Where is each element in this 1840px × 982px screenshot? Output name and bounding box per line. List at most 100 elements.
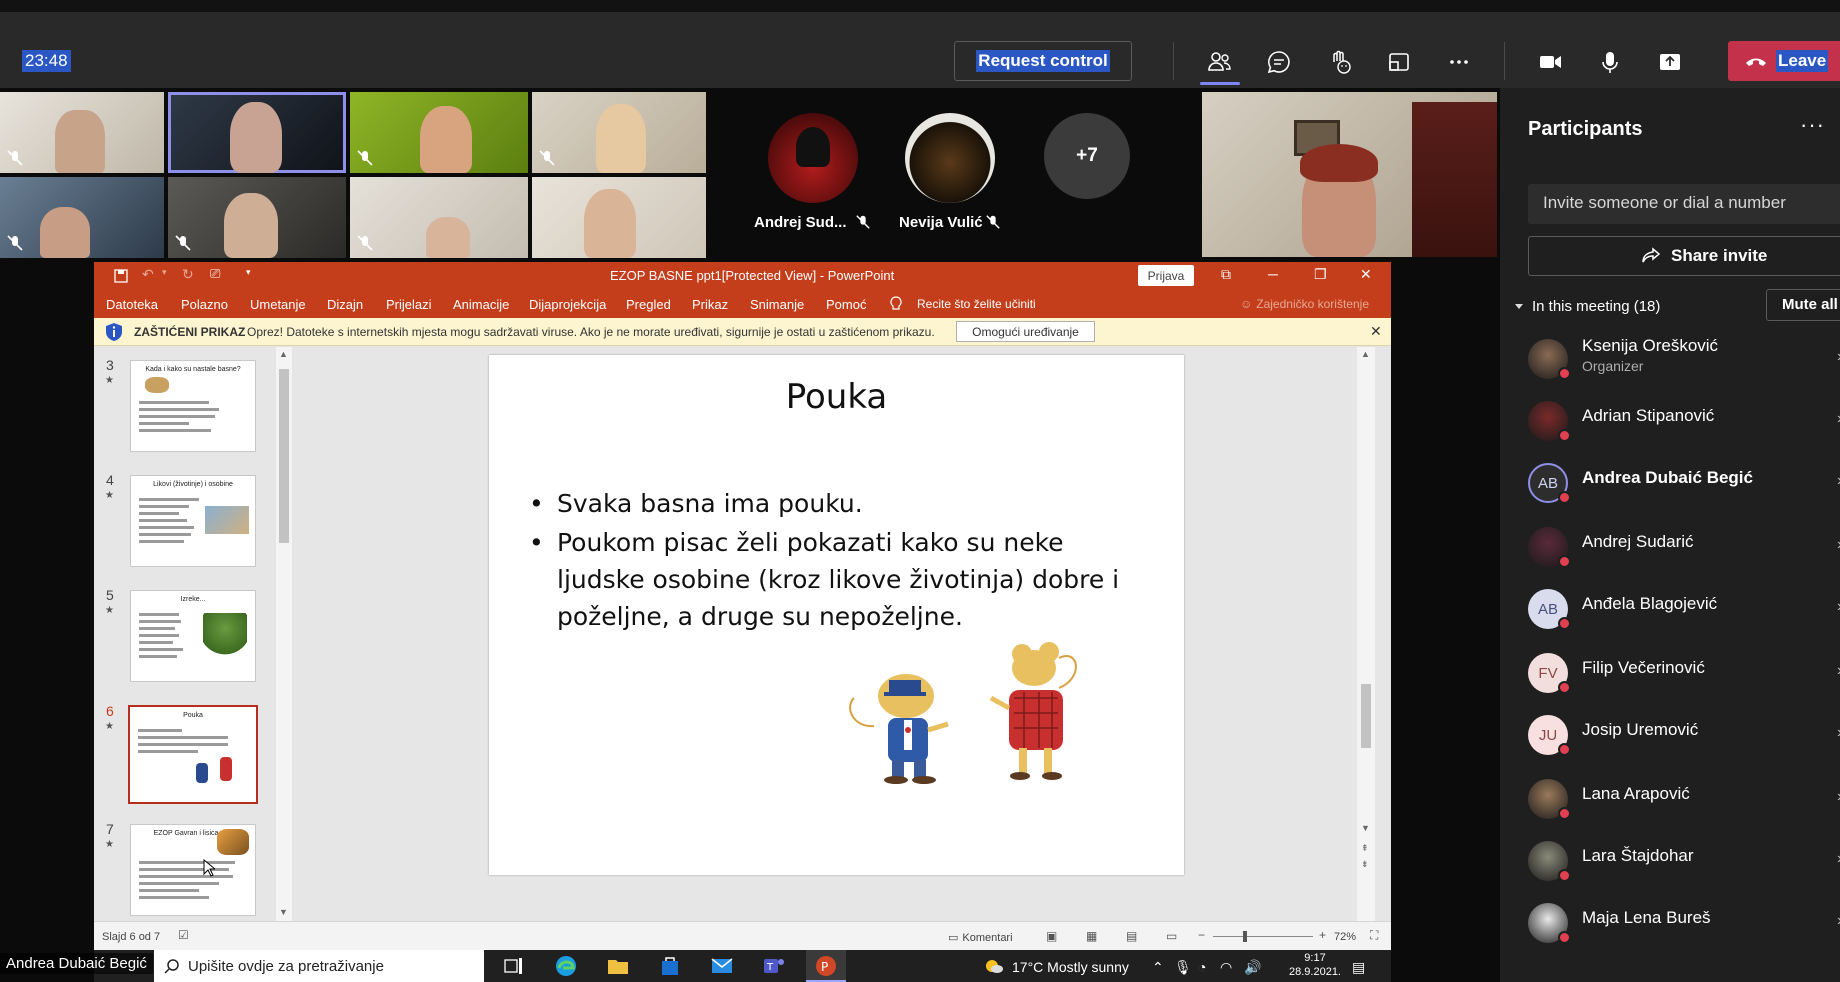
restore-icon[interactable]: ❐: [1314, 266, 1327, 283]
scrollbar-thumb[interactable]: [1361, 684, 1371, 748]
redo-icon[interactable]: ↻: [182, 266, 194, 283]
leave-button[interactable]: Leave: [1728, 41, 1840, 81]
participant-row[interactable]: Maja Lena Bureš›: [1528, 900, 1840, 950]
participant-row[interactable]: ABAnđela Blagojević›: [1528, 586, 1840, 636]
scroll-down-icon[interactable]: ▼: [1361, 823, 1370, 833]
participant-row[interactable]: JUJosip Uremović›: [1528, 712, 1840, 762]
share-button[interactable]: ☺ Zajedničko korištenje: [1240, 297, 1369, 311]
participant-row[interactable]: Adrian Stipanović›: [1528, 398, 1840, 448]
tab-slideshow[interactable]: Dijaprojekcija: [529, 297, 606, 312]
close-icon[interactable]: ✕: [1360, 266, 1372, 283]
minimize-icon[interactable]: ─: [1268, 266, 1278, 282]
tab-transitions[interactable]: Prijelazi: [386, 297, 432, 312]
more-actions-icon[interactable]: [1443, 46, 1475, 78]
slide-sorter-icon[interactable]: ▦: [1086, 929, 1097, 943]
share-invite-button[interactable]: Share invite: [1528, 236, 1840, 276]
tab-help[interactable]: Pomoć: [826, 297, 866, 312]
video-tile[interactable]: [0, 177, 164, 258]
participants-icon[interactable]: [1203, 46, 1235, 78]
enable-editing-button[interactable]: Omogući uređivanje: [956, 321, 1095, 342]
video-tile[interactable]: [350, 177, 528, 258]
participant-row[interactable]: Andrej Sudarić›: [1528, 524, 1840, 574]
tab-view[interactable]: Prikaz: [692, 297, 728, 312]
next-slide-icon[interactable]: ⇟: [1361, 859, 1369, 870]
previous-slide-icon[interactable]: ⇞: [1361, 843, 1369, 854]
video-tile[interactable]: [168, 177, 346, 258]
normal-view-icon[interactable]: ▣: [1046, 929, 1057, 943]
accessibility-icon[interactable]: ☑: [178, 928, 189, 942]
teams-icon[interactable]: T: [762, 954, 786, 978]
video-tile-speaking[interactable]: [168, 92, 346, 173]
slide-thumbnail-7[interactable]: EZOP Gavran i lisica: [130, 824, 256, 916]
video-tile-organizer[interactable]: [1202, 92, 1497, 257]
reading-view-icon[interactable]: ▤: [1126, 929, 1137, 943]
task-view-icon[interactable]: [502, 954, 526, 978]
more-participants-button[interactable]: +7: [1044, 113, 1130, 199]
tab-animations[interactable]: Animacije: [453, 297, 509, 312]
thumbnails-scrollbar[interactable]: ▲ ▼: [276, 347, 292, 921]
scrollbar-thumb[interactable]: [279, 369, 289, 543]
zoom-in-icon[interactable]: +: [1319, 928, 1326, 942]
request-control-button[interactable]: Request control: [954, 41, 1132, 81]
fit-slide-icon[interactable]: ⛶: [1370, 928, 1378, 943]
current-slide[interactable]: Pouka Svaka basna ima pouku. Poukom pisa…: [489, 355, 1184, 875]
scroll-down-icon[interactable]: ▼: [279, 907, 288, 917]
share-screen-icon[interactable]: [1654, 46, 1686, 78]
wifi-icon[interactable]: ◠: [1220, 959, 1232, 976]
camera-icon[interactable]: [1534, 46, 1566, 78]
edge-icon[interactable]: [554, 954, 578, 978]
avatar-nevija[interactable]: [905, 113, 995, 203]
mute-all-button[interactable]: Mute all: [1766, 289, 1840, 321]
zoom-level[interactable]: 72%: [1334, 931, 1356, 943]
store-icon[interactable]: [658, 954, 682, 978]
tab-file[interactable]: Datoteka: [106, 297, 158, 312]
sign-in-button[interactable]: Prijava: [1138, 265, 1194, 286]
file-explorer-icon[interactable]: [606, 954, 630, 978]
undo-dropdown-icon[interactable]: ▾: [162, 267, 167, 278]
scroll-up-icon[interactable]: ▲: [1361, 349, 1370, 359]
undo-icon[interactable]: ↶: [142, 266, 154, 283]
slideshow-icon[interactable]: ▭: [1166, 929, 1177, 943]
taskbar-search-input[interactable]: Upišite ovdje za pretraživanje: [154, 950, 484, 982]
in-meeting-toggle[interactable]: In this meeting (18): [1514, 298, 1660, 315]
scroll-up-icon[interactable]: ▲: [279, 349, 288, 359]
tell-me-search[interactable]: Recite što želite učiniti: [917, 297, 1036, 311]
customize-toolbar-icon[interactable]: ▾: [246, 267, 251, 278]
notifications-icon[interactable]: ▤: [1352, 959, 1365, 976]
slide-thumbnail-4[interactable]: Likovi (životinje) i osobine: [130, 475, 256, 567]
slide-thumbnail-5[interactable]: Izreke...: [130, 590, 256, 682]
volume-icon[interactable]: 🔊: [1244, 959, 1261, 976]
taskbar-clock[interactable]: 9:17 28.9.2021.: [1289, 951, 1341, 979]
slide-thumbnail-3[interactable]: Kada i kako su nastale basne?: [130, 360, 256, 452]
tab-recording[interactable]: Snimanje: [750, 297, 804, 312]
rooms-icon[interactable]: [1383, 46, 1415, 78]
mic-tray-icon[interactable]: 🎙: [1174, 959, 1192, 976]
tab-home[interactable]: Polazno: [181, 297, 228, 312]
ribbon-display-icon[interactable]: ⧉: [1221, 266, 1231, 283]
slideshow-start-icon[interactable]: ⎚: [210, 266, 220, 282]
slide-thumbnail-6-selected[interactable]: Pouka: [128, 705, 258, 804]
participant-row[interactable]: FVFilip Večerinović›: [1528, 650, 1840, 700]
tab-insert[interactable]: Umetanje: [250, 297, 306, 312]
avatar-andrej[interactable]: [768, 113, 858, 203]
microphone-icon[interactable]: [1594, 46, 1626, 78]
network-icon[interactable]: ◔: [1198, 959, 1206, 975]
zoom-slider-knob[interactable]: [1243, 931, 1247, 942]
video-tile[interactable]: [350, 92, 528, 173]
tab-review[interactable]: Pregled: [626, 297, 671, 312]
zoom-out-icon[interactable]: −: [1198, 928, 1205, 942]
comments-button[interactable]: ▭ Komentari: [948, 931, 1013, 944]
video-tile[interactable]: [532, 92, 706, 173]
participant-row[interactable]: Lana Arapović›: [1528, 776, 1840, 826]
tab-design[interactable]: Dizajn: [327, 297, 363, 312]
participant-row[interactable]: Ksenija OreškovićOrganizer›: [1528, 336, 1840, 386]
chat-icon[interactable]: [1263, 46, 1295, 78]
participant-row[interactable]: ABAndrea Dubaić Begić›: [1528, 460, 1840, 510]
taskbar-active-app[interactable]: P: [806, 950, 846, 982]
panel-more-icon[interactable]: ···: [1800, 112, 1825, 138]
slide-scrollbar[interactable]: ▲ ▼ ⇞ ⇟: [1357, 347, 1375, 921]
video-tile[interactable]: [532, 177, 706, 258]
mail-icon[interactable]: [710, 954, 734, 978]
participant-row[interactable]: Lara Štajdohar›: [1528, 838, 1840, 888]
weather-text[interactable]: 17°C Mostly sunny: [1012, 959, 1129, 975]
